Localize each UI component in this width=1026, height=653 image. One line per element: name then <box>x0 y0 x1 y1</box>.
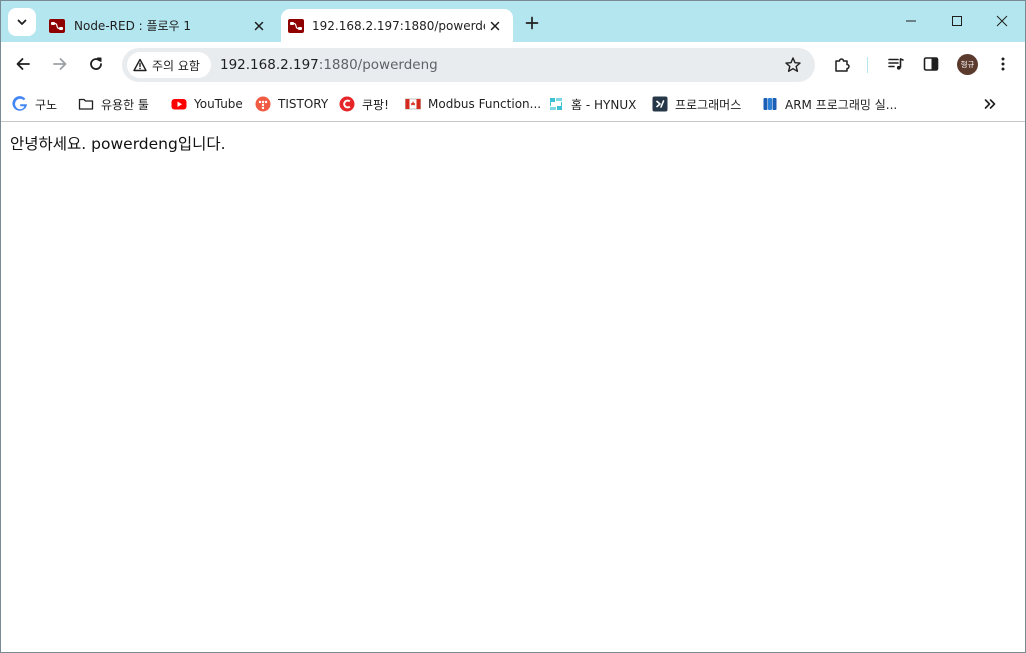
tab-close-button[interactable] <box>249 16 269 36</box>
menu-button[interactable] <box>989 50 1017 78</box>
bookmark-label: Modbus Function... <box>428 97 542 111</box>
url-text[interactable]: 192.168.2.197:1880/powerdeng <box>220 48 438 82</box>
bookmark-label: ARM 프로그래밍 실... <box>785 97 898 112</box>
arrow-right-icon <box>53 58 67 70</box>
bookmark-arm[interactable]: ARM 프로그래밍 실... <box>762 92 897 116</box>
tab-strip: Node-RED : 플로우 1 192.168.2.197:1880/powe… <box>1 1 1025 42</box>
back-button[interactable] <box>9 50 37 78</box>
close-icon <box>490 21 500 30</box>
google-icon <box>12 96 28 112</box>
bookmark-youtube[interactable]: YouTube <box>171 92 243 116</box>
maximize-icon <box>952 16 962 26</box>
new-tab-button[interactable] <box>520 11 544 35</box>
url-host: 192.168.2.197 <box>220 57 319 73</box>
tab-powerdeng[interactable]: 192.168.2.197:1880/powerdeng <box>281 9 513 42</box>
bookmark-label: YouTube <box>194 97 243 111</box>
double-chevron-right-icon <box>984 99 996 109</box>
bookmark-modbus[interactable]: Modbus Function... <box>405 92 541 116</box>
profile-avatar[interactable]: 형규 <box>957 54 978 75</box>
programmers-icon <box>652 96 668 112</box>
tab-search-button[interactable] <box>8 8 36 36</box>
url-path: :1880/powerdeng <box>318 57 438 73</box>
close-icon <box>996 15 1008 27</box>
plus-icon <box>525 16 539 30</box>
greeting-text: 안녕하세요. powerdeng입니다. <box>10 135 226 153</box>
close-window-button[interactable] <box>979 5 1025 37</box>
modbus-icon <box>405 96 421 112</box>
bookmark-folder-tools[interactable]: 유용한 툴 <box>78 92 149 116</box>
bookmark-label: 쿠팡! <box>362 97 389 112</box>
bookmark-label: 구노 <box>35 97 58 112</box>
close-icon <box>254 21 264 30</box>
coupang-icon <box>339 96 355 112</box>
tab-node-red[interactable]: Node-RED : 플로우 1 <box>41 9 277 42</box>
node-red-icon <box>49 18 65 34</box>
minimize-icon <box>906 20 916 22</box>
more-vertical-icon <box>1001 57 1005 71</box>
chevron-down-icon <box>17 19 27 25</box>
extensions-button[interactable] <box>828 50 856 78</box>
side-panel-icon <box>923 57 939 71</box>
tab-close-button[interactable] <box>485 16 505 36</box>
reload-icon <box>90 57 102 70</box>
star-icon <box>785 57 801 72</box>
hynux-icon <box>548 96 564 112</box>
arm-icon <box>762 96 778 112</box>
folder-icon <box>78 96 94 112</box>
puzzle-icon <box>835 58 850 72</box>
reload-button[interactable] <box>82 50 110 78</box>
bookmark-google[interactable]: 구노 <box>12 92 57 116</box>
security-label: 주의 요함 <box>152 58 200 73</box>
bookmark-label: 유용한 툴 <box>101 97 149 112</box>
address-bar[interactable]: 주의 요함 192.168.2.197:1880/powerdeng <box>122 48 815 82</box>
bookmark-star-button[interactable] <box>781 53 805 77</box>
warning-icon <box>133 58 147 72</box>
bookmark-programmers[interactable]: 프로그래머스 <box>652 92 741 116</box>
toolbar: 주의 요함 192.168.2.197:1880/powerdeng 형규 <box>1 42 1025 87</box>
page-content: 안녕하세요. powerdeng입니다. <box>1 123 1025 652</box>
node-red-icon <box>288 18 304 34</box>
maximize-button[interactable] <box>934 5 980 37</box>
minimize-button[interactable] <box>888 5 934 37</box>
side-panel-button[interactable] <box>917 50 945 78</box>
bookmark-hynux[interactable]: 홈 - HYNUX <box>548 92 636 116</box>
tab-title: Node-RED : 플로우 1 <box>74 19 192 33</box>
bookmarks-bar: 구노 유용한 툴 YouTube TISTORY 쿠팡! Modbus Func… <box>1 87 1025 122</box>
more-bookmarks-button[interactable] <box>979 92 1001 116</box>
arrow-left-icon <box>16 58 30 70</box>
security-chip[interactable]: 주의 요함 <box>127 52 211 78</box>
bookmark-coupang[interactable]: 쿠팡! <box>339 92 389 116</box>
forward-button[interactable] <box>46 50 74 78</box>
browser-window: Node-RED : 플로우 1 192.168.2.197:1880/powe… <box>0 0 1026 653</box>
bookmark-label: 프로그래머스 <box>675 97 742 112</box>
tab-title: 192.168.2.197:1880/powerdeng <box>312 18 485 33</box>
youtube-icon <box>171 96 187 112</box>
bookmark-label: 홈 - HYNUX <box>571 97 637 112</box>
bookmark-label: TISTORY <box>278 97 329 111</box>
toolbar-divider <box>867 57 868 73</box>
playlist-music-icon <box>888 58 904 70</box>
media-control-button[interactable] <box>882 50 910 78</box>
bookmark-tistory[interactable]: TISTORY <box>255 92 328 116</box>
tistory-icon <box>255 96 271 112</box>
